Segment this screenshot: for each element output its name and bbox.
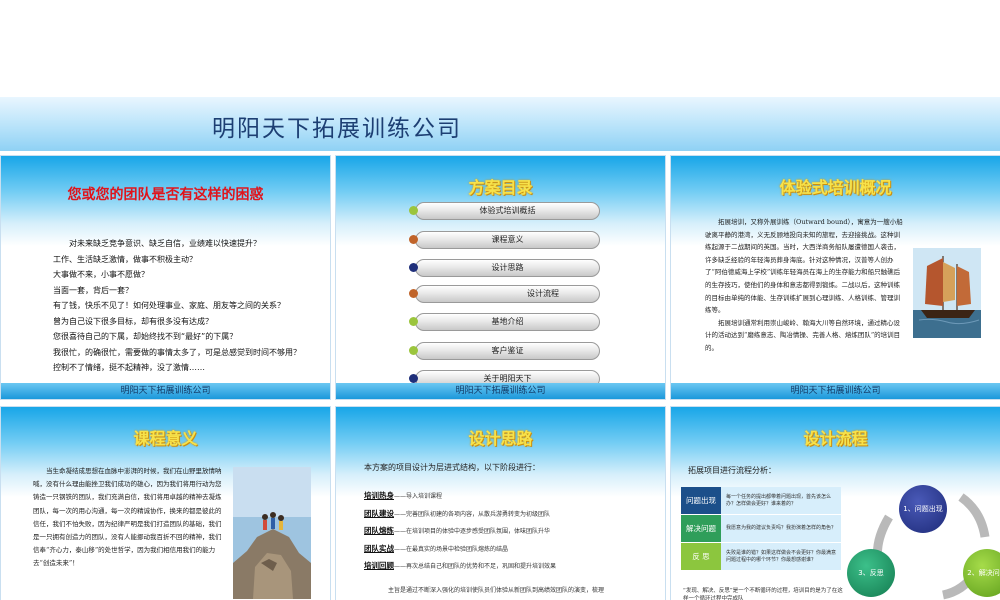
flow-desc: 失败是谁的错？如果这样做会不会更好？你最满意问题过程中的哪个环节？你最想感谢谁？ bbox=[721, 543, 841, 570]
flow-row: 问题出现 每一个任务的提出都带着问题出现，首先该怎么办？怎样做会更好？谁来着的？ bbox=[681, 487, 841, 515]
phase-key: 团队实战 bbox=[364, 543, 394, 553]
slide-title: 设计流程 bbox=[803, 429, 868, 448]
slide-thumbnail-6[interactable]: 设计流程 拓展项目进行流程分析： 问题出现 每一个任务的提出都带着问题出现，首先该… bbox=[670, 406, 1000, 600]
header-band: 明阳天下拓展训练公司 bbox=[0, 97, 1000, 151]
slide-thumbnail-1[interactable]: 您或您的团队是否有这样的困惑 对未来缺乏竞争意识、缺乏自信，业绩难以快速提升？ … bbox=[0, 155, 331, 400]
slide-thumbnail-4[interactable]: 课程意义 当生命凝结成思想在血脉中澎湃的时候，我们在山野里放情呐喊，没有什么理由… bbox=[0, 406, 331, 600]
phase-row: 团队建设——完善团队初建的各项内容，从散兵游勇转变为初级团队 bbox=[364, 505, 660, 523]
flow-label: 反 思 bbox=[681, 543, 721, 570]
toc-label: 基地介绍 bbox=[415, 313, 600, 331]
question-list: 对未来缺乏竞争意识、缺乏自信，业绩难以快速提升？ 工作、生活缺乏激情，做事不积极… bbox=[53, 236, 323, 376]
slide-thumbnail-2[interactable]: 方案目录 体验式培训概括 课程意义 设计思路 设计流程 基地介绍 客户鉴证 关于明阳天下 明… bbox=[335, 155, 666, 400]
paragraph: 拓展培训通常利用崇山峻岭、翰海大川等自然环境，通过精心设计的活动达到“磨练意志、… bbox=[705, 318, 901, 352]
cycle-node-problem: 1、问题出现 bbox=[899, 485, 947, 533]
slide-footer: 明阳天下拓展训练公司 bbox=[1, 383, 330, 399]
slide-background bbox=[336, 407, 665, 497]
flow-desc: 每一个任务的提出都带着问题出现，首先该怎么办？怎样做会更好？谁来着的？ bbox=[721, 487, 841, 514]
question-line: 当面一套，背后一套？ bbox=[53, 285, 133, 295]
bullet-dot-icon bbox=[409, 206, 418, 215]
question-line: 工作、生活缺乏激情，做事不积极主动？ bbox=[53, 254, 197, 264]
bullet-dot-icon bbox=[409, 374, 418, 383]
toc-item[interactable]: 客户鉴证 bbox=[409, 342, 609, 360]
bullet-dot-icon bbox=[409, 289, 418, 298]
toc-item[interactable]: 设计流程 bbox=[409, 285, 609, 303]
question-line: 大事做不来，小事不愿做？ bbox=[53, 270, 149, 279]
phase-key: 培训回顾 bbox=[364, 561, 394, 570]
phase-key: 团队建设 bbox=[364, 508, 394, 518]
team-on-cliff-photo bbox=[233, 467, 311, 599]
phase-text: ——导入培训课程 bbox=[394, 493, 443, 500]
phase-row: 团队熔炼——在培训项目的体验中逐步感受团队氛围，体味团队升华 bbox=[364, 522, 660, 540]
question-line: 有了钱，快乐不见了！如何处理事业、家庭、朋友等之间的关系？ bbox=[53, 301, 285, 310]
flow-desc: 我愿意为我的建议负责吗？我扮演着怎样的角色？ bbox=[721, 515, 841, 542]
toc-item[interactable]: 基地介绍 bbox=[409, 313, 609, 331]
phase-text: ——完善团队初建的各项内容，从散兵游勇转变为初级团队 bbox=[394, 510, 551, 518]
paragraph: 当生命凝结成思想在血脉中澎湃的时候，我们在山野里放情呐喊，没有什么理由能挫卫我们… bbox=[33, 467, 222, 568]
question-line: 对未来缺乏竞争意识、缺乏自信，业绩难以快速提升？ bbox=[69, 239, 261, 248]
phase-text: ——在最真实的场景中检验团队熔炼的结晶 bbox=[394, 545, 509, 553]
question-line: 控制不了情绪，挺不起精神，没了激情…… bbox=[53, 363, 205, 372]
flow-intro: 拓展项目进行流程分析： bbox=[688, 466, 776, 475]
phase-row: 团队实战——在最真实的场景中检验团队熔炼的结晶 bbox=[364, 540, 660, 558]
overview-text: 拓展培训，又称外展训练（Outward bound），寓意为一艘小船驶离平静的港… bbox=[705, 216, 903, 355]
flow-table: 问题出现 每一个任务的提出都带着问题出现，首先该怎么办？怎样做会更好？谁来着的？解… bbox=[681, 487, 841, 571]
slide-thumbnail-5[interactable]: 设计思路 本方案的项目设计为层进式结构，以下阶段进行： 培训热身——导入培训课程… bbox=[335, 406, 666, 600]
slide-footer: 明阳天下拓展训练公司 bbox=[336, 383, 665, 399]
toc-label: 课程意义 bbox=[415, 231, 600, 249]
toc-item[interactable]: 体验式培训概括 bbox=[409, 202, 609, 220]
flow-row: 解决问题 我愿意为我的建议负责吗？我扮演着怎样的角色？ bbox=[681, 515, 841, 543]
bullet-dot-icon bbox=[409, 317, 418, 326]
phase-key: 培训热身 bbox=[364, 491, 394, 500]
toc-item[interactable]: 设计思路 bbox=[409, 259, 609, 277]
phase-text: ——再次总结自己和团队的优势和不足，巩固和提升培训效果 bbox=[394, 563, 557, 570]
paragraph: 拓展培训，又称外展训练（Outward bound），寓意为一艘小船驶离平静的港… bbox=[705, 218, 903, 315]
sailing-ship-image bbox=[913, 248, 981, 338]
design-intro: 本方案的项目设计为层进式结构，以下阶段进行： bbox=[364, 463, 540, 472]
bullet-dot-icon bbox=[409, 263, 418, 272]
phase-row: 培训回顾——再次总结自己和团队的优势和不足，巩固和提升培训效果 bbox=[364, 557, 660, 575]
toc-label: 设计思路 bbox=[415, 259, 600, 277]
slide-title: 课程意义 bbox=[133, 429, 198, 448]
bullet-dot-icon bbox=[409, 235, 418, 244]
slide-title: 方案目录 bbox=[468, 178, 533, 197]
bullet-dot-icon bbox=[409, 346, 418, 355]
slide-footer: 明阳天下拓展训练公司 bbox=[671, 383, 1000, 399]
question-line: 您很喜待自己的下属，却始终找不到“最好”的下属？ bbox=[53, 332, 238, 341]
toc-label: 体验式培训概括 bbox=[415, 202, 600, 220]
toc-label: 设计流程 bbox=[415, 285, 600, 303]
slide-thumbnail-3[interactable]: 体验式培训概况 拓展培训，又称外展训练（Outward bound），寓意为一艘… bbox=[670, 155, 1000, 400]
design-summary: 主旨是通过不断深入强化的培训使队员们体验从新团队到高绩效团队的演变，梳理 bbox=[388, 587, 605, 594]
phase-list: 培训热身——导入培训课程 团队建设——完善团队初建的各项内容，从散兵游勇转变为初… bbox=[364, 487, 660, 575]
phase-key: 团队熔炼 bbox=[364, 526, 394, 535]
question-line: 曾为自己设下很多目标，却有很多没有达成？ bbox=[53, 316, 213, 326]
question-line: 我很忙，的确很忙，需要做的事情太多了，可是总感觉到时间不够用？ bbox=[53, 347, 301, 357]
meaning-text: 当生命凝结成思想在血脉中澎湃的时候，我们在山野里放情呐喊，没有什么理由能挫卫我们… bbox=[33, 465, 225, 571]
toc-label: 客户鉴证 bbox=[415, 342, 600, 360]
phase-row: 培训热身——导入培训课程 bbox=[364, 487, 660, 505]
slide-title: 体验式培训概况 bbox=[779, 178, 892, 197]
cycle-diagram: 1、问题出现 2、解决问题 3、反思 bbox=[847, 477, 1000, 600]
flow-label: 问题出现 bbox=[681, 487, 721, 514]
flow-row: 反 思失败是谁的错？如果这样做会不会更好？你最满意问题过程中的哪个环节？你最想感… bbox=[681, 543, 841, 571]
phase-text: ——在培训项目的体验中逐步感受团队氛围，体味团队升华 bbox=[394, 528, 551, 535]
flow-note: “发现、解决、反思”是一个不断循环的过程，培训目的是为了在这样一个循环过程中完成… bbox=[683, 588, 843, 600]
cycle-node-reflect: 3、反思 bbox=[847, 549, 895, 597]
slide-title: 设计思路 bbox=[468, 429, 533, 448]
page-title: 明阳天下拓展训练公司 bbox=[212, 116, 462, 142]
toc-item[interactable]: 课程意义 bbox=[409, 231, 609, 249]
slide-title: 您或您的团队是否有这样的困惑 bbox=[67, 187, 264, 203]
flow-label: 解决问题 bbox=[681, 515, 721, 542]
